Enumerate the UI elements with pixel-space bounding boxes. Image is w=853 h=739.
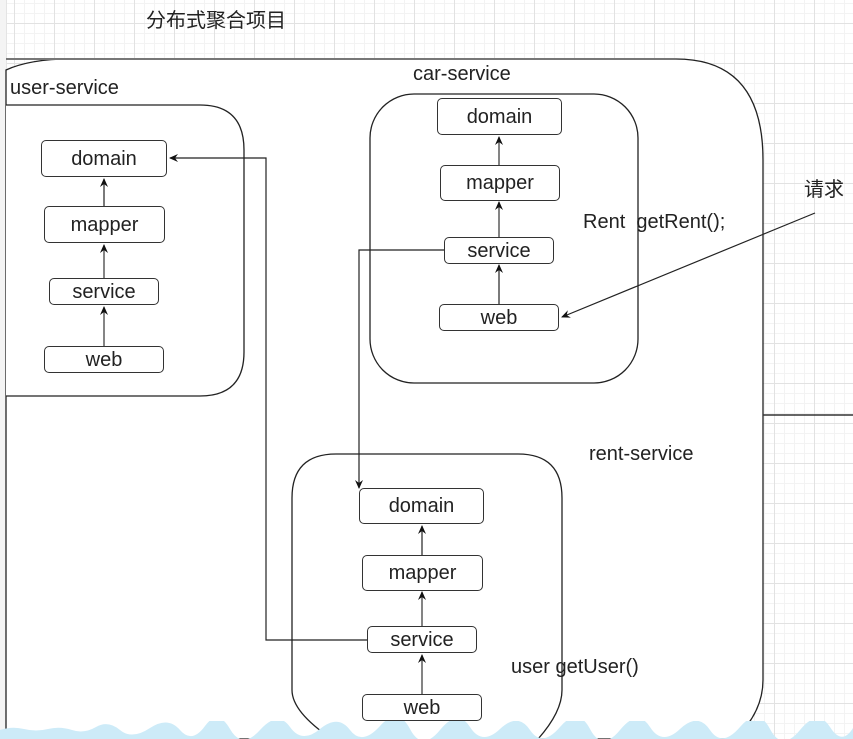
car-service-label: car-service (413, 63, 511, 85)
rent-service-label: rent-service (589, 443, 694, 465)
user-service-label: user-service (10, 77, 119, 99)
car-mapper-node[interactable]: mapper (440, 165, 560, 201)
rent-mapper-node[interactable]: mapper (362, 555, 483, 591)
user-web-node[interactable]: web (44, 346, 164, 373)
user-service-node[interactable]: service (49, 278, 159, 305)
car-web-node[interactable]: web (439, 304, 559, 331)
diagram-title: 分布式聚合项目 (146, 10, 286, 32)
rent-domain-node[interactable]: domain (359, 488, 484, 524)
user-mapper-node[interactable]: mapper (44, 206, 165, 243)
rent-method-annotation: Rent getRent(); (583, 211, 726, 233)
car-service-node[interactable]: service (444, 237, 554, 264)
request-label: 请求 (804, 179, 844, 201)
user-method-annotation: user getUser() (511, 656, 639, 678)
user-domain-node[interactable]: domain (41, 140, 167, 177)
bottom-wave-decoration (0, 721, 853, 739)
rent-web-node[interactable]: web (362, 694, 482, 721)
rent-service-node[interactable]: service (367, 626, 477, 653)
car-domain-node[interactable]: domain (437, 98, 562, 135)
